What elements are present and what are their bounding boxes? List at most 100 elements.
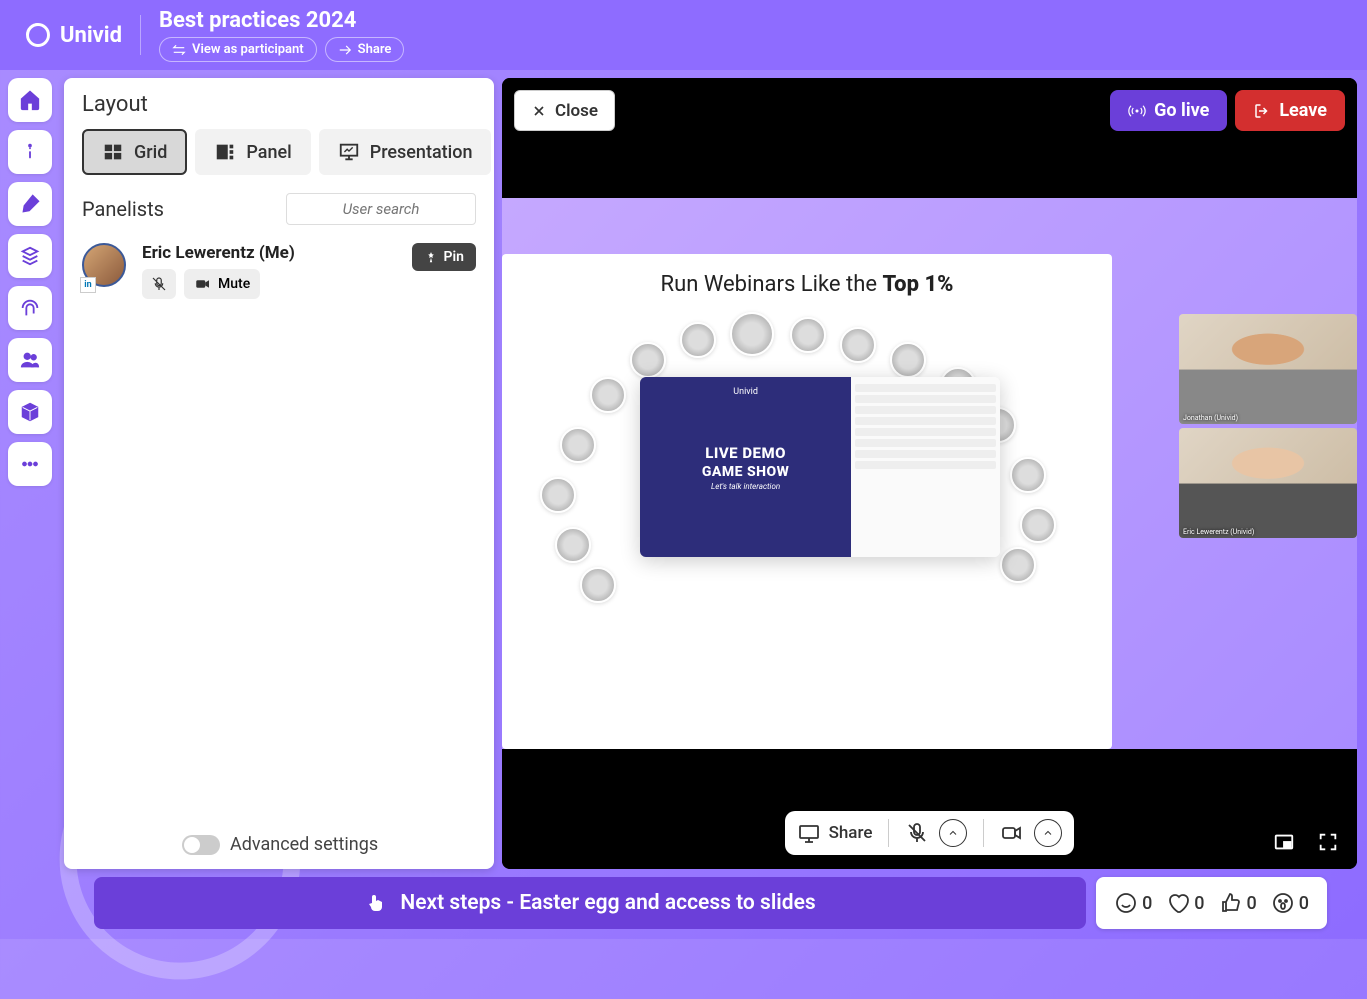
video-icon xyxy=(194,275,212,293)
view-as-participant-button[interactable]: View as participant xyxy=(159,37,317,62)
panelist-name: Eric Lewerentz (Me) xyxy=(142,243,400,263)
nav-home[interactable] xyxy=(8,78,52,122)
reaction-wow[interactable]: 0 xyxy=(1271,891,1309,915)
left-navigation xyxy=(8,78,56,486)
mute-video-button[interactable]: Mute xyxy=(184,269,260,299)
linkedin-badge: in xyxy=(80,277,96,293)
chevron-up-icon xyxy=(947,827,959,839)
fullscreen-icon[interactable] xyxy=(1317,831,1339,853)
close-label: Close xyxy=(555,101,598,121)
user-search-input[interactable] xyxy=(286,193,476,225)
mic-group xyxy=(905,819,967,847)
panel-label: Panel xyxy=(246,142,291,163)
divider xyxy=(140,15,141,55)
share-screen-label: Share xyxy=(829,823,873,843)
demo-line2: GAME SHOW xyxy=(702,464,790,480)
brush-icon xyxy=(19,193,41,215)
layout-panel: Layout Grid Panel Presentation Panelists xyxy=(64,78,494,869)
home-icon xyxy=(19,89,41,111)
header-actions: View as participant Share xyxy=(159,37,404,62)
brand-logo[interactable]: Univid xyxy=(24,21,122,49)
video-stage: Close Go live Leave Run Webinars xyxy=(502,78,1357,869)
layout-title: Layout xyxy=(82,92,476,117)
panelists-header: Panelists xyxy=(82,193,476,225)
broadcast-icon xyxy=(1128,102,1146,120)
panelist-row: in Eric Lewerentz (Me) Mute xyxy=(82,237,476,305)
demo-card-left: Univid LIVE DEMO GAME SHOW Let's talk in… xyxy=(640,377,851,557)
nav-more[interactable] xyxy=(8,442,52,486)
video-tile-1[interactable]: Jonathan (Univid) xyxy=(1179,314,1357,424)
smile-count: 0 xyxy=(1142,893,1152,914)
pin-label: Pin xyxy=(444,249,464,265)
demo-card: Univid LIVE DEMO GAME SHOW Let's talk in… xyxy=(640,377,1000,557)
heart-icon xyxy=(1166,891,1190,915)
control-bar: Share xyxy=(785,811,1075,855)
blocks-icon xyxy=(19,245,41,267)
share-session-button[interactable]: Share xyxy=(325,37,405,62)
slide-heading-b: Top 1% xyxy=(882,272,953,297)
camera-button[interactable] xyxy=(1000,821,1024,845)
grid-icon xyxy=(102,141,124,163)
layout-grid-button[interactable]: Grid xyxy=(82,129,187,175)
nav-info[interactable] xyxy=(8,130,52,174)
demo-logo: Univid xyxy=(733,387,758,397)
thumb-count: 0 xyxy=(1247,893,1257,914)
mic-button[interactable] xyxy=(905,821,929,845)
banner-text: Next steps - Easter egg and access to sl… xyxy=(400,891,815,915)
stage-actions: Go live Leave xyxy=(1110,90,1345,131)
main-area: Layout Grid Panel Presentation Panelists xyxy=(64,78,1357,929)
layout-panel-button[interactable]: Panel xyxy=(195,129,310,175)
share-label: Share xyxy=(358,42,392,57)
camera-options-button[interactable] xyxy=(1034,819,1062,847)
bottom-row: Next steps - Easter egg and access to sl… xyxy=(64,877,1357,929)
mic-muted-button[interactable] xyxy=(142,269,176,299)
demo-card-chat xyxy=(851,377,1000,557)
stage-content: Run Webinars Like the Top 1% xyxy=(502,198,1357,749)
brand-name: Univid xyxy=(60,23,122,48)
stage-header: Close Go live Leave xyxy=(514,90,1345,131)
thumb-icon xyxy=(1219,891,1243,915)
slide-heading-a: Run Webinars Like the xyxy=(661,272,883,297)
mic-off-icon xyxy=(905,821,929,845)
slide-heading: Run Webinars Like the Top 1% xyxy=(661,272,954,297)
dots-icon xyxy=(19,453,41,475)
reaction-thumb[interactable]: 0 xyxy=(1219,891,1257,915)
reaction-heart[interactable]: 0 xyxy=(1166,891,1204,915)
pin-button[interactable]: Pin xyxy=(412,243,476,271)
pip-icon[interactable] xyxy=(1273,831,1295,853)
session-title: Best practices 2024 xyxy=(159,8,404,33)
camera-group xyxy=(1000,819,1062,847)
leave-label: Leave xyxy=(1279,100,1327,121)
golive-label: Go live xyxy=(1154,100,1209,121)
wow-icon xyxy=(1271,891,1295,915)
cta-banner[interactable]: Next steps - Easter egg and access to sl… xyxy=(94,877,1086,929)
share-arrow-icon xyxy=(338,43,352,57)
close-button[interactable]: Close xyxy=(514,90,615,131)
panelist-info: Eric Lewerentz (Me) Mute xyxy=(142,243,400,299)
layout-options: Grid Panel Presentation xyxy=(82,129,476,175)
share-screen-button[interactable]: Share xyxy=(797,821,873,845)
divider xyxy=(888,819,889,847)
panel-icon xyxy=(214,141,236,163)
nav-blocks[interactable] xyxy=(8,234,52,278)
pointer-icon xyxy=(364,891,388,915)
video-tile-2[interactable]: Eric Lewerentz (Univid) xyxy=(1179,428,1357,538)
advanced-toggle[interactable] xyxy=(182,835,220,855)
reaction-smile[interactable]: 0 xyxy=(1114,891,1152,915)
mic-off-icon xyxy=(150,275,168,293)
wow-count: 0 xyxy=(1299,893,1309,914)
nav-fingerprint[interactable] xyxy=(8,286,52,330)
pin-icon xyxy=(424,250,438,264)
grid-label: Grid xyxy=(134,142,167,163)
mic-options-button[interactable] xyxy=(939,819,967,847)
slide-illustration: Univid LIVE DEMO GAME SHOW Let's talk in… xyxy=(520,317,1094,577)
stage-view-controls xyxy=(1273,831,1339,853)
leave-button[interactable]: Leave xyxy=(1235,90,1345,131)
go-live-button[interactable]: Go live xyxy=(1110,90,1227,131)
header-content: Best practices 2024 View as participant … xyxy=(159,8,404,62)
avatar[interactable]: in xyxy=(82,243,130,291)
nav-people[interactable] xyxy=(8,338,52,382)
nav-brush[interactable] xyxy=(8,182,52,226)
nav-package[interactable] xyxy=(8,390,52,434)
layout-presentation-button[interactable]: Presentation xyxy=(319,129,492,175)
